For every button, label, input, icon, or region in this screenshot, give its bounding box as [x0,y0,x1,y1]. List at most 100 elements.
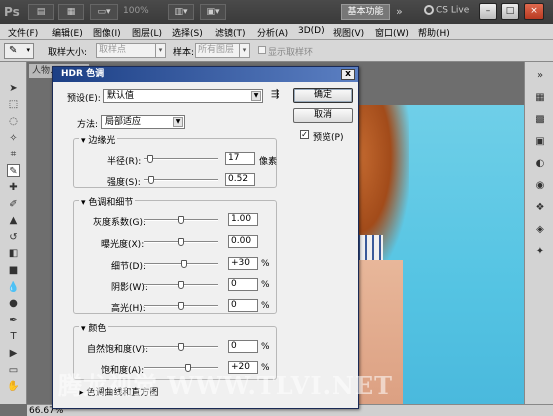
menu-edit[interactable]: 编辑(E) [52,26,83,39]
path-select-icon[interactable]: ▶ [7,347,20,360]
menu-view[interactable]: 视图(V) [333,26,364,39]
dodge-tool-icon[interactable]: ● [7,297,20,310]
shadow-slider[interactable] [144,281,218,290]
slider-thumb[interactable] [178,343,184,351]
menu-analysis[interactable]: 分析(A) [257,26,288,39]
menu-help[interactable]: 帮助(H) [418,26,450,39]
cs-live-button[interactable]: CS Live [424,5,469,16]
minibridge-icon[interactable]: ▦ [58,4,84,20]
brush-tool-icon[interactable]: ✐ [7,198,20,211]
3d-rotate-icon[interactable]: ✋ [7,380,20,393]
color-title[interactable]: ▾ 颜色 [79,321,109,334]
layers-panel-icon[interactable]: ❖ [533,202,547,214]
shadow-field[interactable]: 0 [228,278,258,291]
history-brush-icon[interactable]: ↺ [7,231,20,244]
highlight-slider[interactable] [144,302,218,311]
exposure-slider[interactable] [144,238,218,247]
pen-tool-icon[interactable]: ✒ [7,314,20,327]
dialog-close-button[interactable]: x [341,69,355,80]
sample-select[interactable]: 所有图层 ▾ [195,43,250,58]
gamma-field[interactable]: 1.00 [228,213,258,226]
move-tool-icon[interactable]: ➤ [7,82,20,95]
menu-select[interactable]: 选择(S) [172,26,203,39]
gradient-tool-icon[interactable]: ■ [7,264,20,277]
exposure-field[interactable]: 0.00 [228,235,258,248]
radius-field[interactable]: 17 [225,152,255,165]
slider-thumb[interactable] [178,238,184,246]
slider-thumb[interactable] [181,260,187,268]
hdr-toning-dialog: HDR 色调 x 预设(E): 默认值 ▼ ⇶ 确定 取消 ✓ 预览(P) 方法… [52,66,359,409]
marquee-tool-icon[interactable]: ⬚ [7,98,20,111]
detail-slider[interactable] [144,260,218,269]
slider-thumb[interactable] [147,155,153,163]
healing-brush-icon[interactable]: ✚ [7,181,20,194]
arrange-documents-icon[interactable]: ▥▾ [168,4,194,20]
lasso-tool-icon[interactable]: ◌ [7,115,20,128]
menu-filter[interactable]: 滤镜(T) [215,26,246,39]
workspace-button[interactable]: 基本功能 [341,4,390,20]
slider-thumb[interactable] [178,281,184,289]
eraser-tool-icon[interactable]: ◧ [7,247,20,260]
view-extras-icon[interactable]: ▭▾ [90,4,118,20]
crop-tool-icon[interactable]: ⌗ [7,148,20,161]
adjustments-panel-icon[interactable]: ◐ [533,158,547,170]
tone-detail-title[interactable]: ▾ 色调和细节 [79,195,136,208]
masks-panel-icon[interactable]: ◉ [533,180,547,192]
dialog-title-bar[interactable]: HDR 色调 x [53,67,358,82]
eyedropper-tool-icon[interactable]: ✎ [7,164,20,177]
shadow-percent: % [261,280,270,290]
canvas-photo[interactable] [353,105,524,404]
highlight-field[interactable]: 0 [228,299,258,312]
close-window-button[interactable]: × [524,3,544,20]
restore-button[interactable]: □ [501,3,519,20]
minimize-button[interactable]: – [479,3,497,20]
menu-layer[interactable]: 图层(L) [132,26,162,39]
menu-file[interactable]: 文件(F) [8,26,38,39]
type-tool-icon[interactable]: T [7,330,20,343]
slider-thumb[interactable] [178,216,184,224]
bridge-icon[interactable]: ▤ [28,4,54,20]
menu-image[interactable]: 图像(I) [93,26,121,39]
cs-live-icon [424,5,434,15]
zoom-select[interactable]: 100% [123,6,149,16]
vibrance-slider[interactable] [144,343,218,352]
sample-size-select[interactable]: 取样点 ▾ [96,43,166,58]
clone-stamp-icon[interactable]: ▲ [7,214,20,227]
color-panel-icon[interactable]: ▦ [533,92,547,104]
strength-field[interactable]: 0.52 [225,173,255,186]
preset-options-icon[interactable]: ⇶ [271,89,279,100]
edge-glow-title[interactable]: ▾ 边缘光 [79,133,118,146]
channels-panel-icon[interactable]: ◈ [533,224,547,236]
preview-checkbox[interactable]: ✓ [300,130,309,139]
gamma-slider[interactable] [144,216,218,225]
vibrance-field[interactable]: 0 [228,340,258,353]
preset-select[interactable]: 默认值 ▼ [103,89,263,103]
options-bar: ✎ ▾ 取样大小: 取样点 ▾ 样本: 所有图层 ▾ 显示取样环 [0,40,553,62]
workspace-more-icon[interactable]: » [396,5,403,18]
gamma-label: 灰度系数(G): [93,218,147,228]
radius-slider[interactable] [144,155,218,164]
slider-thumb[interactable] [148,176,154,184]
chevron-down-icon: ▾ [26,46,30,54]
quick-select-tool-icon[interactable]: ✧ [7,132,20,145]
tool-preset-picker[interactable]: ✎ ▾ [4,43,34,59]
menu-3d[interactable]: 3D(D) [298,26,325,36]
screen-mode-icon[interactable]: ▣▾ [200,4,226,20]
shadow-label: 阴影(W): [111,283,148,293]
menu-window[interactable]: 窗口(W) [375,26,409,39]
collapse-panels-icon[interactable]: » [533,70,547,82]
paths-panel-icon[interactable]: ✦ [533,246,547,258]
detail-percent: % [261,259,270,269]
blur-tool-icon[interactable]: 💧 [7,281,20,294]
show-sample-ring-checkbox[interactable] [258,46,266,54]
strength-slider[interactable] [144,176,218,185]
ok-button[interactable]: 确定 [293,88,353,103]
swatches-panel-icon[interactable]: ▩ [533,114,547,126]
styles-panel-icon[interactable]: ▣ [533,136,547,148]
cancel-button[interactable]: 取消 [293,108,353,123]
menu-bar: 文件(F) 编辑(E) 图像(I) 图层(L) 选择(S) 滤镜(T) 分析(A… [0,24,553,40]
slider-thumb[interactable] [178,302,184,310]
detail-field[interactable]: +30 [228,257,258,270]
method-select[interactable]: 局部适应 ▼ [101,115,185,129]
shape-tool-icon[interactable]: ▭ [7,364,20,377]
